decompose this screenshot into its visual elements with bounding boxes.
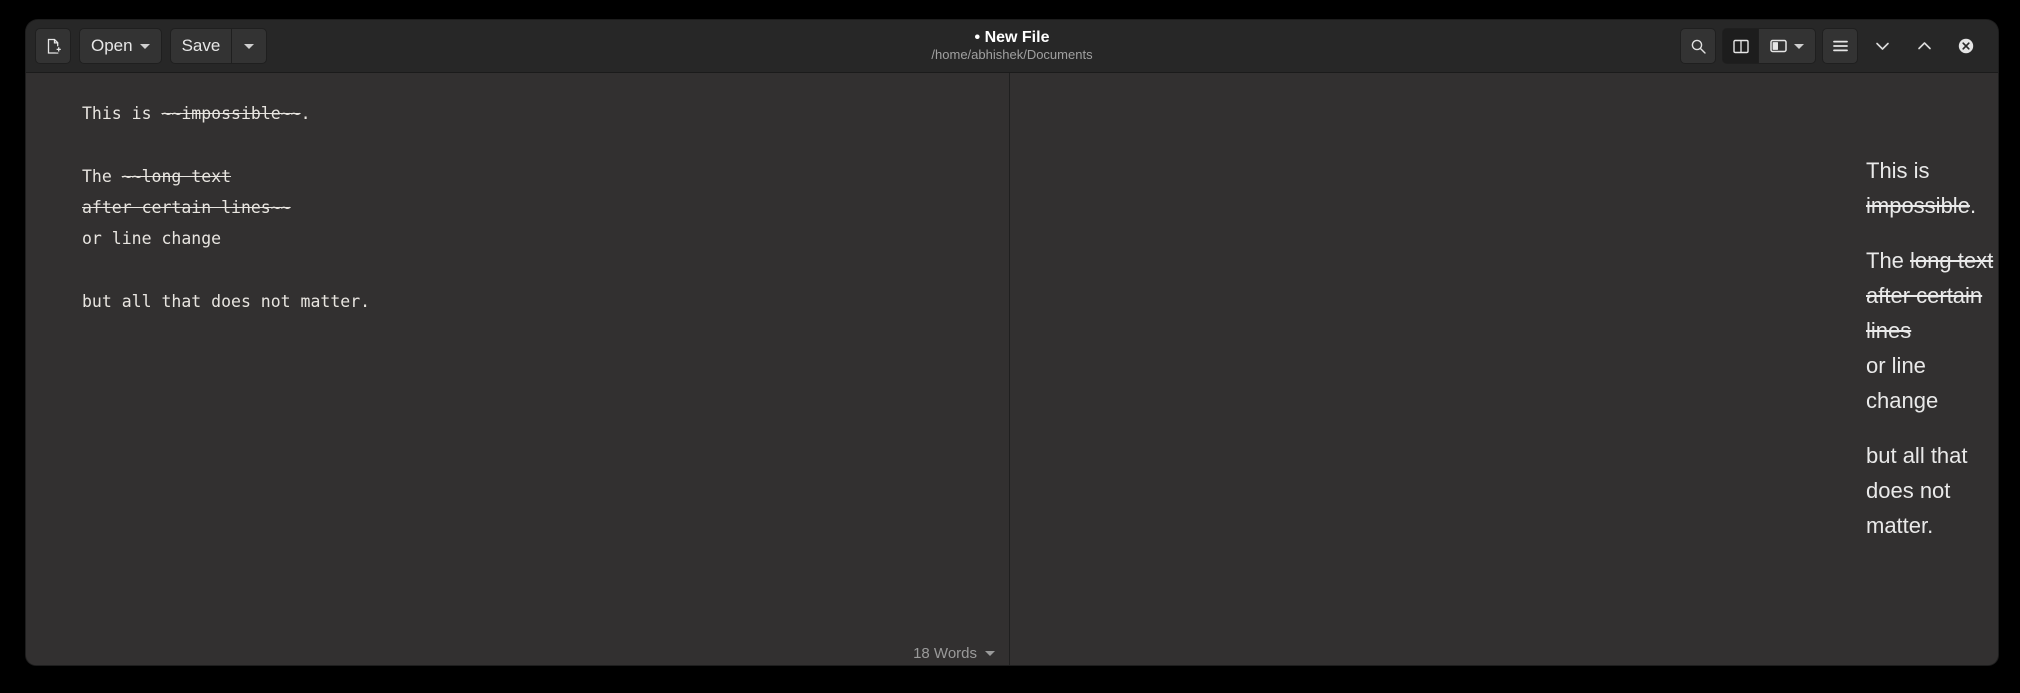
chevron-down-icon xyxy=(140,44,150,49)
main-menu-button[interactable] xyxy=(1822,28,1858,64)
save-button[interactable]: Save xyxy=(170,28,232,64)
plain-text: This is xyxy=(82,104,161,123)
editor-line: but all that does not matter. xyxy=(82,286,370,317)
markdown-preview-text: This is impossible. The long text after ce… xyxy=(1866,153,1998,563)
close-circle-icon xyxy=(1957,37,1975,55)
header-bar: • New File /home/abhishek/Documents Open xyxy=(26,20,1998,73)
chevron-up-icon xyxy=(1916,40,1933,52)
minimize-button[interactable] xyxy=(1864,28,1900,64)
strikethrough-text: ~~long text xyxy=(122,167,231,186)
plain-text: but all that does not matter. xyxy=(1866,443,1968,538)
chevron-down-icon xyxy=(985,651,995,656)
split-view-button[interactable] xyxy=(1722,28,1758,64)
editor-line: after certain lines~~ xyxy=(82,192,370,223)
preview-paragraph: This is impossible. xyxy=(1866,153,1998,223)
chevron-down-icon xyxy=(244,44,254,49)
save-button-group: Save xyxy=(170,28,268,64)
editor-line: The ~~long text xyxy=(82,161,370,192)
open-button[interactable]: Open xyxy=(79,28,162,64)
chevron-down-icon xyxy=(1794,44,1804,49)
open-button-label: Open xyxy=(91,36,133,56)
new-file-button[interactable] xyxy=(35,28,71,64)
window-title: • New File xyxy=(975,29,1050,47)
new-document-icon xyxy=(45,38,62,55)
save-button-label: Save xyxy=(182,36,221,56)
strikethrough-text: impossible xyxy=(1866,193,1970,218)
plain-text: or line change xyxy=(82,229,221,248)
preview-paragraph: The long text after certain lines or line … xyxy=(1866,243,1998,418)
search-icon xyxy=(1690,38,1707,55)
search-button[interactable] xyxy=(1680,28,1716,64)
preview-pane[interactable]: This is impossible. The long text after ce… xyxy=(1010,73,1998,665)
maximize-button[interactable] xyxy=(1906,28,1942,64)
markdown-source-text[interactable]: This is ~~impossible~~. The ~~long text a… xyxy=(82,98,370,317)
close-button[interactable] xyxy=(1948,28,1984,64)
chevron-down-icon xyxy=(1874,40,1891,52)
plain-text: . xyxy=(1970,193,1976,218)
plain-text: The xyxy=(82,167,122,186)
strikethrough-text: ~~impossible~~ xyxy=(161,104,300,123)
editor-line: or line change xyxy=(82,223,370,254)
preview-pane-icon xyxy=(1770,39,1787,53)
plain-text: or line change xyxy=(1866,353,1938,413)
strikethrough-text: after certain lines~~ xyxy=(82,198,291,217)
preview-paragraph: but all that does not matter. xyxy=(1866,438,1998,543)
word-count-label: 18 Words xyxy=(913,645,977,662)
strikethrough-text: long text xyxy=(1910,248,1993,273)
plain-text: . xyxy=(301,104,311,123)
word-count-button[interactable]: 18 Words xyxy=(913,645,995,662)
strikethrough-text: after certain lines xyxy=(1866,283,1982,343)
application-window: • New File /home/abhishek/Documents Open xyxy=(26,20,1998,665)
plain-text: The xyxy=(1866,248,1910,273)
editor-line xyxy=(82,129,370,160)
view-mode-button[interactable] xyxy=(1758,28,1816,64)
hamburger-menu-icon xyxy=(1832,39,1849,53)
split-pane-icon xyxy=(1733,39,1749,54)
content-area: This is ~~impossible~~. The ~~long text a… xyxy=(26,73,1998,665)
editor-line xyxy=(82,254,370,285)
plain-text: This is xyxy=(1866,158,1930,183)
header-right-controls xyxy=(1680,28,1998,64)
view-mode-group xyxy=(1722,28,1816,64)
plain-text: but all that does not matter. xyxy=(82,292,370,311)
editor-line: This is ~~impossible~~. xyxy=(82,98,370,129)
window-subtitle-path: /home/abhishek/Documents xyxy=(931,48,1092,63)
header-left-controls: Open Save xyxy=(26,28,267,64)
save-menu-button[interactable] xyxy=(231,28,267,64)
editor-pane[interactable]: This is ~~impossible~~. The ~~long text a… xyxy=(26,73,1010,665)
